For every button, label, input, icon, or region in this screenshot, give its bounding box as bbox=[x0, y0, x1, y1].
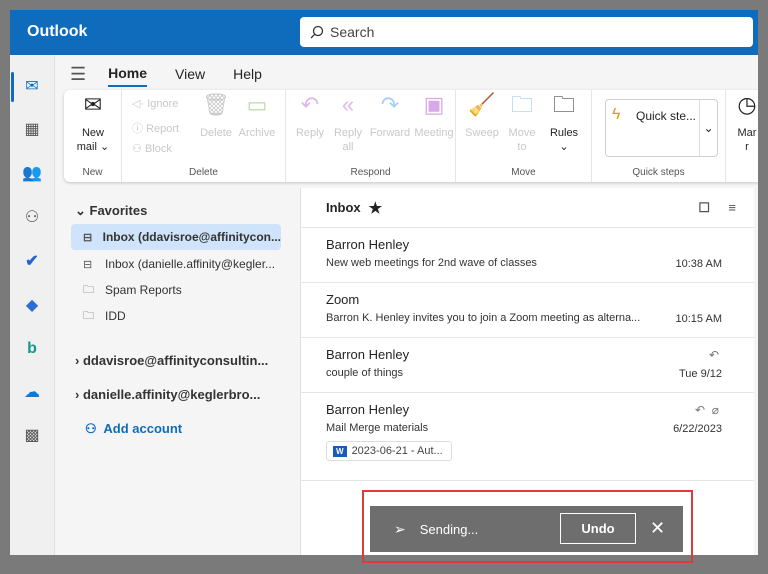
bing-icon[interactable]: b bbox=[22, 339, 42, 359]
onedrive-icon[interactable]: ☁ bbox=[22, 382, 42, 402]
inbox-icon: ⊟ bbox=[83, 258, 93, 271]
replied-icon: ↶ bbox=[695, 403, 706, 417]
meeting-button[interactable]: ▣ Meeting bbox=[412, 92, 456, 140]
group-label-respond: Respond bbox=[350, 167, 391, 178]
forward-button[interactable]: ↷ Forward bbox=[368, 92, 412, 140]
outlook-window: Outlook Search ✉ ▦ 👥 ⚇ ✔ ◆ b ☁ ▩ ☰ Home … bbox=[10, 10, 758, 555]
attachment-chip[interactable]: W 2023-06-21 - Aut... bbox=[326, 441, 452, 461]
sending-snackbar: ➢ Sending... Undo ✕ bbox=[370, 506, 683, 552]
group-move: 🧹 Sweep 🗀 Move to 🗀 Rules ⌄ Move bbox=[456, 90, 592, 182]
lightning-icon: ϟ bbox=[612, 106, 621, 123]
report-button[interactable]: ⓘ Report bbox=[132, 120, 179, 136]
tab-view[interactable]: View bbox=[175, 62, 205, 86]
group-delete: ◁· Ignore ⓘ Report ⚇ Block 🗑 Delete ▭ Arch… bbox=[122, 90, 286, 182]
move-folder-icon: 🗀 bbox=[510, 92, 533, 117]
rules-icon: 🗀 bbox=[552, 92, 575, 117]
group-quick-steps: ϟ Quick ste... ⌄ Quick steps bbox=[592, 90, 726, 182]
block-icon: ⚇ bbox=[132, 143, 142, 155]
group-label-new: New bbox=[82, 167, 103, 178]
quick-steps-expand-icon[interactable]: ⌄ bbox=[699, 100, 717, 156]
filter-icon[interactable]: ≡ bbox=[728, 200, 736, 215]
add-account-button[interactable]: ⚇ Add account bbox=[85, 421, 182, 437]
folder-inbox-ddavisroe[interactable]: ⊟ Inbox (ddavisroe@affinitycon... bbox=[71, 224, 281, 250]
mark-icon: ◷ bbox=[737, 98, 757, 117]
chevron-right-icon: › bbox=[75, 353, 80, 368]
ignore-button[interactable]: ◁· Ignore bbox=[132, 97, 178, 110]
trash-icon: 🗑 bbox=[202, 92, 230, 117]
top-bar: Outlook Search bbox=[10, 10, 758, 55]
word-doc-icon: W bbox=[333, 445, 347, 457]
mark-read-button[interactable]: ◷ Mar r bbox=[732, 98, 758, 154]
calendar-icon[interactable]: ▦ bbox=[22, 119, 42, 139]
more-apps-icon[interactable]: ▩ bbox=[22, 425, 42, 445]
message-item[interactable]: Barron Henley couple of things ↶ Tue 9/1… bbox=[301, 338, 754, 393]
search-placeholder: Search bbox=[330, 24, 375, 40]
reply-all-button[interactable]: «Reply all bbox=[328, 92, 368, 154]
group-label-quick-steps: Quick steps bbox=[632, 167, 685, 178]
people-icon[interactable]: 👥 bbox=[22, 163, 42, 183]
hamburger-menu-icon[interactable]: ☰ bbox=[70, 64, 86, 85]
reply-button[interactable]: ↶ Reply bbox=[290, 92, 330, 140]
close-icon[interactable]: ✕ bbox=[650, 518, 665, 539]
archive-button[interactable]: ▭ Archive bbox=[236, 92, 278, 140]
envelope-icon: ✉ bbox=[83, 92, 103, 117]
ribbon-tabs: ☰ Home View Help bbox=[70, 60, 290, 88]
ribbon: ✉ New mail ⌄ New ◁· Ignore ⓘ Report ⚇ Blo… bbox=[64, 90, 758, 182]
sweep-icon: 🧹 bbox=[468, 92, 496, 117]
folder-icon: 🗀 bbox=[83, 309, 94, 322]
group-respond: ↶ Reply «Reply all ↷ Forward ▣ Meeting Respo… bbox=[286, 90, 456, 182]
move-to-button[interactable]: 🗀 Move to bbox=[502, 92, 542, 154]
select-checkbox-icon[interactable]: ☐ bbox=[698, 200, 710, 216]
inbox-title: Inbox bbox=[326, 200, 361, 215]
group-label-move: Move bbox=[511, 167, 536, 178]
account-ddavisroe[interactable]: › ddavisroe@affinityconsultin... bbox=[75, 353, 268, 368]
folder-spam-reports[interactable]: 🗀 Spam Reports bbox=[71, 277, 281, 303]
undo-button[interactable]: Undo bbox=[560, 513, 636, 544]
report-icon: ⓘ bbox=[132, 123, 143, 135]
folder-icon: 🗀 bbox=[83, 283, 94, 296]
delete-button[interactable]: 🗑 Delete bbox=[196, 92, 236, 140]
app-title: Outlook bbox=[27, 23, 88, 40]
groups-icon[interactable]: ⚇ bbox=[22, 207, 42, 227]
block-button[interactable]: ⚇ Block bbox=[132, 142, 172, 155]
folder-idd[interactable]: 🗀 IDD bbox=[71, 303, 281, 329]
office-icon[interactable]: ◆ bbox=[22, 295, 42, 315]
forward-icon: ↷ bbox=[380, 92, 400, 117]
sweep-button[interactable]: 🧹 Sweep bbox=[462, 92, 502, 140]
send-icon: ➢ bbox=[394, 520, 406, 537]
account-danielle[interactable]: › danielle.affinity@keglerbro... bbox=[75, 387, 260, 402]
sending-status: Sending... bbox=[419, 521, 479, 537]
reply-icon: ↶ bbox=[300, 92, 320, 117]
inbox-icon: ⊟ bbox=[83, 231, 93, 244]
replied-icon: ↶ bbox=[708, 348, 719, 362]
mail-icon[interactable]: ✉ bbox=[22, 76, 42, 96]
favorites-header[interactable]: ⌄ Favorites bbox=[75, 203, 147, 219]
new-mail-button[interactable]: ✉ New mail ⌄ bbox=[72, 92, 114, 154]
reply-all-icon: « bbox=[341, 92, 355, 117]
message-item[interactable]: Barron Henley New web meetings for 2nd w… bbox=[301, 228, 754, 283]
todo-icon[interactable]: ✔ bbox=[22, 251, 42, 271]
tab-help[interactable]: Help bbox=[233, 62, 262, 86]
add-person-icon: ⚇ bbox=[85, 421, 97, 436]
group-new: ✉ New mail ⌄ New bbox=[64, 90, 122, 182]
inbox-header: Inbox ★ ☐ ≡ bbox=[301, 188, 754, 228]
favorite-star-icon[interactable]: ★ bbox=[369, 199, 382, 217]
search-icon bbox=[310, 25, 324, 39]
rules-button[interactable]: 🗀 Rules ⌄ bbox=[544, 92, 584, 154]
chevron-right-icon: › bbox=[75, 387, 80, 402]
attachment-icon: ⌀ bbox=[711, 403, 719, 417]
group-label-delete: Delete bbox=[189, 167, 218, 178]
folder-inbox-danielle[interactable]: ⊟ Inbox (danielle.affinity@kegler... bbox=[71, 251, 281, 277]
meeting-icon: ▣ bbox=[423, 92, 445, 117]
ignore-icon: ◁· bbox=[132, 98, 145, 110]
app-rail: ✉ ▦ 👥 ⚇ ✔ ◆ b ☁ ▩ bbox=[10, 55, 55, 555]
tab-home[interactable]: Home bbox=[108, 61, 148, 87]
archive-icon: ▭ bbox=[246, 92, 268, 117]
quick-steps-gallery[interactable]: ϟ Quick ste... ⌄ bbox=[605, 99, 718, 157]
message-item[interactable]: Barron Henley Mail Merge materials ↶ ⌀ 6… bbox=[301, 393, 754, 481]
active-indicator bbox=[11, 72, 14, 102]
search-input[interactable]: Search bbox=[300, 17, 753, 47]
message-item[interactable]: Zoom Barron K. Henley invites you to joi… bbox=[301, 283, 754, 338]
